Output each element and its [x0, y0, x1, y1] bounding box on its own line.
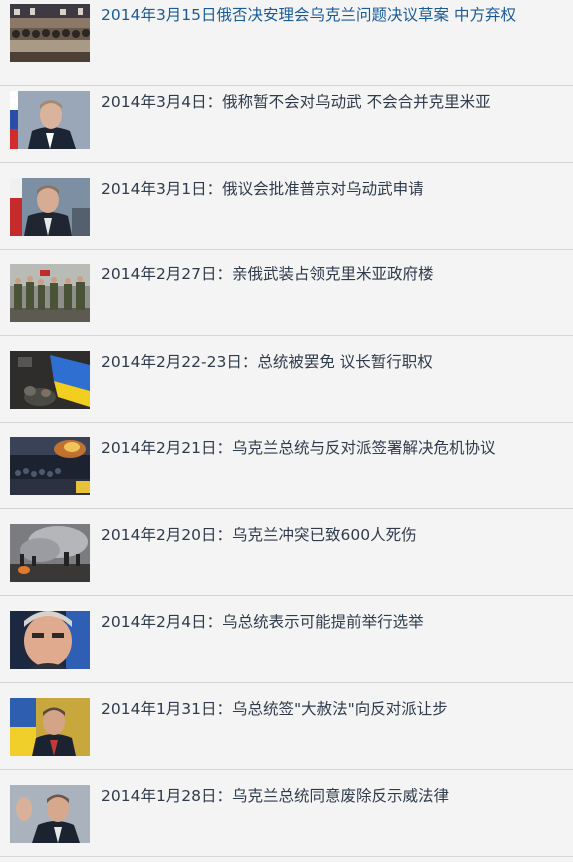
news-list: 2014年3月15日俄否决安理会乌克兰问题决议草案 中方弃权 2014年3月4日… — [0, 0, 573, 862]
news-item[interactable]: 2014年1月28日：乌克兰总统同意废除反示威法律 — [0, 770, 573, 857]
news-headline[interactable]: 2014年1月28日：乌克兰总统同意废除反示威法律 — [101, 786, 563, 806]
news-thumbnail[interactable] — [10, 698, 90, 756]
news-item[interactable]: 2014年3月4日：俄称暂不会对乌动武 不会合并克里米亚 — [0, 76, 573, 163]
news-thumbnail[interactable] — [10, 4, 90, 62]
news-item[interactable]: 2014年2月20日：乌克兰冲突已致600人死伤 — [0, 509, 573, 596]
news-item[interactable]: 2014年3月1日：俄议会批准普京对乌动武申请 — [0, 163, 573, 250]
news-headline[interactable]: 2014年2月27日：亲俄武装占领克里米亚政府楼 — [101, 264, 563, 284]
news-thumbnail[interactable] — [10, 91, 90, 149]
news-headline[interactable]: 2014年3月4日：俄称暂不会对乌动武 不会合并克里米亚 — [101, 92, 563, 112]
news-thumbnail[interactable] — [10, 611, 90, 669]
news-item[interactable]: 2014年2月21日：乌克兰总统与反对派签署解决危机协议 — [0, 423, 573, 509]
news-headline[interactable]: 2014年2月20日：乌克兰冲突已致600人死伤 — [101, 525, 563, 545]
news-item[interactable]: 2014年2月27日：亲俄武装占领克里米亚政府楼 — [0, 250, 573, 336]
news-headline[interactable]: 2014年2月21日：乌克兰总统与反对派签署解决危机协议 — [101, 438, 563, 458]
news-item[interactable]: 2014年1月31日：乌总统签"大赦法"向反对派让步 — [0, 683, 573, 770]
news-thumbnail[interactable] — [10, 351, 90, 409]
news-headline[interactable]: 2014年1月31日：乌总统签"大赦法"向反对派让步 — [101, 699, 563, 719]
news-thumbnail[interactable] — [10, 785, 90, 843]
news-thumbnail[interactable] — [10, 178, 90, 236]
news-thumbnail[interactable] — [10, 524, 90, 582]
news-headline[interactable]: 2014年3月1日：俄议会批准普京对乌动武申请 — [101, 179, 563, 199]
news-item[interactable]: 2014年3月15日俄否决安理会乌克兰问题决议草案 中方弃权 — [0, 0, 573, 86]
news-headline[interactable]: 2014年3月15日俄否决安理会乌克兰问题决议草案 中方弃权 — [101, 5, 563, 25]
news-headline[interactable]: 2014年2月4日：乌总统表示可能提前举行选举 — [101, 612, 563, 632]
news-thumbnail[interactable] — [10, 264, 90, 322]
news-headline[interactable]: 2014年2月22-23日：总统被罢免 议长暂行职权 — [101, 352, 563, 372]
news-item[interactable]: 2014年2月4日：乌总统表示可能提前举行选举 — [0, 596, 573, 683]
news-item[interactable]: 2014年2月22-23日：总统被罢免 议长暂行职权 — [0, 336, 573, 423]
news-thumbnail[interactable] — [10, 437, 90, 495]
